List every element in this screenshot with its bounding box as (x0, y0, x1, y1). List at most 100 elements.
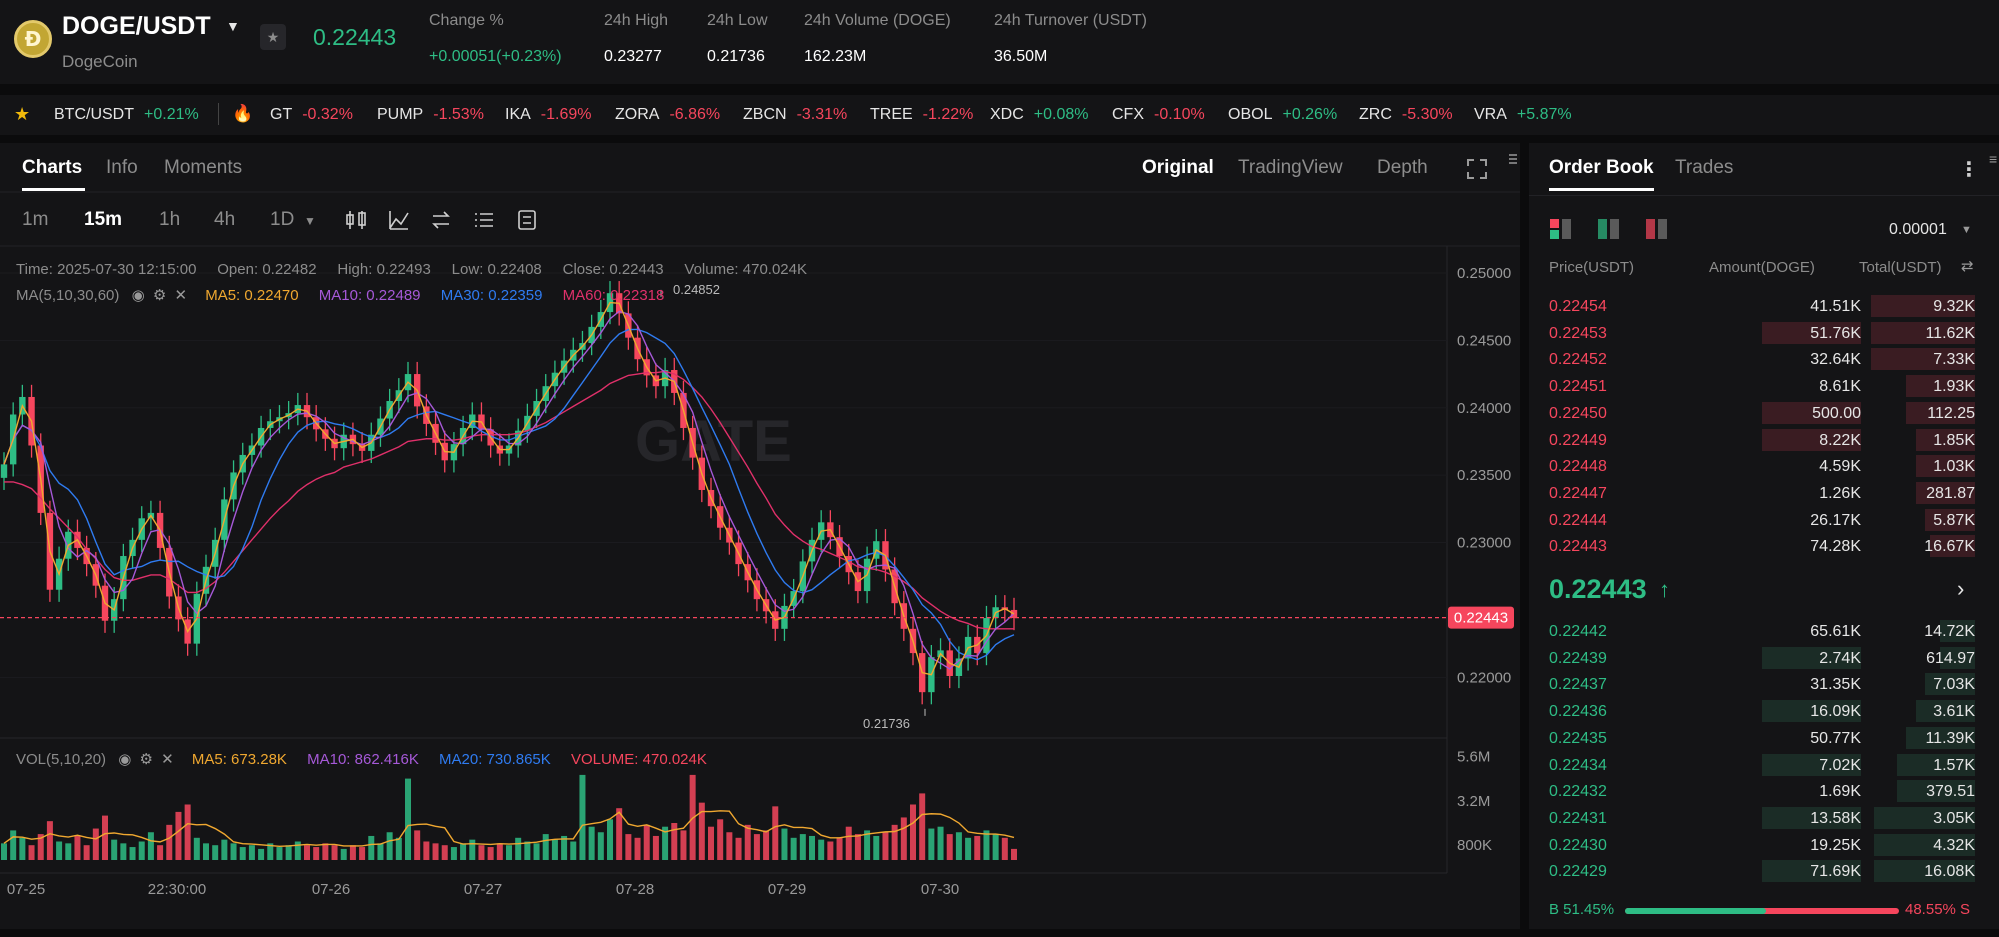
close-icon[interactable]: ✕ (161, 751, 174, 768)
ticker-item[interactable]: TREE -1.22% (870, 106, 973, 124)
volume-bar (992, 834, 999, 860)
bid-row[interactable]: 0.22439 2.74K 614.97 (1529, 645, 1999, 671)
volume-bar (304, 845, 310, 860)
ask-row[interactable]: 0.22448 4.59K 1.03K (1529, 453, 1999, 479)
volume-bar (460, 843, 467, 860)
ticker-item[interactable]: ZRC -5.30% (1359, 106, 1453, 124)
ticker-item[interactable]: BTC/USDT +0.21% (54, 106, 199, 124)
ticker-item[interactable]: OBOL +0.26% (1228, 106, 1337, 124)
row-total: 1.03K (1933, 458, 1975, 476)
ticker-item[interactable]: GT -0.32% (270, 106, 353, 124)
bid-row[interactable]: 0.22429 71.69K 16.08K (1529, 858, 1999, 884)
view-both-icon[interactable] (1549, 218, 1575, 240)
info-low-label: Low: (451, 261, 484, 278)
ticker-item[interactable]: ZBCN -3.31% (743, 106, 847, 124)
row-total: 11.62K (1925, 324, 1975, 342)
volume-bar (83, 845, 90, 860)
volume-bar (28, 845, 35, 860)
panel-menu-icon[interactable]: ≡ (1989, 151, 1997, 167)
bid-row[interactable]: 0.22442 65.61K 14.72K (1529, 618, 1999, 644)
swap-icon[interactable]: ⇄ (1961, 257, 1974, 275)
ticker-item[interactable]: IKA -1.69% (505, 106, 592, 124)
row-amount: 51.76K (1810, 324, 1861, 342)
row-total: 3.05K (1933, 809, 1975, 827)
time-tick-label: 07-30 (921, 881, 959, 898)
volume-bar (414, 830, 421, 860)
ticker-item[interactable]: CFX -0.10% (1112, 106, 1205, 124)
ticker-change: +0.26% (1282, 106, 1338, 123)
pair-selector[interactable]: DOGE/USDT (62, 12, 211, 41)
ask-row[interactable]: 0.22451 8.61K 1.93K (1529, 373, 1999, 399)
ob-divider (1529, 195, 1999, 196)
ticker-change: -6.86% (669, 106, 721, 123)
arrow-up-icon: ↑ (1659, 577, 1670, 602)
low-label: 24h Low (707, 12, 768, 29)
bid-row[interactable]: 0.22436 16.09K 3.61K (1529, 698, 1999, 724)
volume-bar (827, 841, 834, 860)
tab-trades[interactable]: Trades (1675, 157, 1733, 179)
price-tick-label: 0.23000 (1457, 535, 1511, 552)
view-bids-icon[interactable] (1597, 218, 1623, 240)
gear-icon[interactable]: ⚙ (153, 287, 166, 304)
volume-bar (735, 837, 742, 860)
ask-row[interactable]: 0.22454 41.51K 9.32K (1529, 293, 1999, 319)
ask-row[interactable]: 0.22452 32.64K 7.33K (1529, 346, 1999, 372)
gear-icon[interactable]: ⚙ (140, 751, 153, 768)
row-price: 0.22454 (1549, 298, 1607, 315)
ticker-change: +5.87% (1516, 106, 1572, 123)
ticker-item[interactable]: ZORA -6.86% (615, 106, 720, 124)
ticker-change: -0.10% (1154, 106, 1205, 123)
volume-bar (1001, 837, 1008, 860)
ticker-change: -1.22% (922, 106, 974, 123)
volume-bar (579, 774, 586, 860)
eye-icon[interactable]: ◉ (118, 751, 131, 768)
tab-order-book[interactable]: Order Book (1549, 157, 1654, 179)
info-open: 0.22482 (262, 261, 317, 278)
bid-row[interactable]: 0.22435 50.77K 11.39K (1529, 725, 1999, 751)
time-tick-label: 07-29 (768, 881, 806, 898)
ticker-item[interactable]: PUMP -1.53% (377, 106, 484, 124)
bid-row[interactable]: 0.22437 31.35K 7.03K (1529, 671, 1999, 697)
bid-row[interactable]: 0.22431 13.58K 3.05K (1529, 805, 1999, 831)
time-tick-label: 07-25 (7, 881, 45, 898)
row-total: 7.03K (1933, 676, 1975, 694)
caret-down-icon[interactable]: ▼ (226, 18, 240, 34)
precision-select[interactable]: 0.00001 (1889, 221, 1947, 239)
volume-bar (845, 826, 852, 860)
ticker-item[interactable]: XDC +0.08% (990, 106, 1089, 124)
ask-row[interactable]: 0.22453 51.76K 11.62K (1529, 320, 1999, 346)
vol-legend: VOL(5,10,20) ◉ ⚙ ✕ MA5: 673.28K MA10: 86… (16, 750, 707, 768)
vol-ma20-value: MA20: 730.865K (439, 751, 551, 768)
market-header: DOGE/USDT ▼ DogeCoin ★ 0.22443 Change % … (0, 0, 1999, 84)
ask-row[interactable]: 0.22443 74.28K 16.67K (1529, 533, 1999, 559)
star-icon[interactable]: ★ (14, 104, 30, 125)
volume-bar (313, 847, 320, 860)
order-book-panel: Order Book Trades ⋮ ≡ 0.00001 ▼ Price(US… (1529, 143, 1999, 929)
fire-icon: 🔥 (232, 104, 254, 123)
bid-row[interactable]: 0.22430 19.25K 4.32K (1529, 832, 1999, 858)
caret-down-icon[interactable]: ▼ (1961, 224, 1972, 236)
info-volume: 470.024K (742, 261, 807, 278)
row-amount: 8.22K (1819, 431, 1861, 449)
info-time: 2025-07-30 12:15:00 (57, 261, 197, 278)
eye-icon[interactable]: ◉ (132, 287, 145, 304)
coin-name: DogeCoin (62, 52, 138, 71)
ticker-item[interactable]: VRA +5.87% (1474, 106, 1572, 124)
volume-tick-label: 800K (1457, 837, 1492, 854)
bid-row[interactable]: 0.22432 1.69K 379.51 (1529, 778, 1999, 804)
volume-bar (919, 793, 926, 860)
info-volume-label: Volume: (684, 261, 739, 278)
bid-row[interactable]: 0.22434 7.02K 1.57K (1529, 752, 1999, 778)
ask-row[interactable]: 0.22450 500.00 112.25 (1529, 400, 1999, 426)
volume-bar (92, 828, 99, 860)
close-icon[interactable]: ✕ (174, 287, 187, 304)
more-icon[interactable]: ⋮ (1959, 157, 1979, 182)
ask-row[interactable]: 0.22444 26.17K 5.87K (1529, 507, 1999, 533)
favorite-star-icon[interactable]: ★ (260, 24, 286, 50)
volume-bar (652, 835, 659, 860)
ask-row[interactable]: 0.22449 8.22K 1.85K (1529, 427, 1999, 453)
ask-row[interactable]: 0.22447 1.26K 281.87 (1529, 480, 1999, 506)
chevron-right-icon[interactable]: › (1957, 576, 1964, 602)
volume-bar (542, 834, 549, 860)
view-asks-icon[interactable] (1645, 218, 1671, 240)
